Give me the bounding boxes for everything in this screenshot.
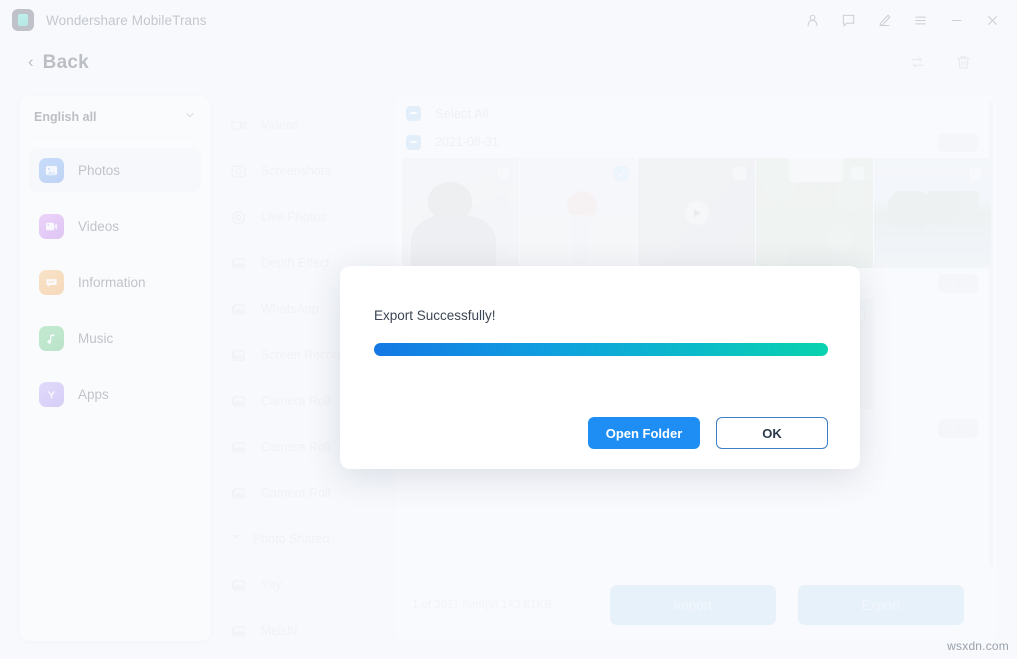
open-folder-button[interactable]: Open Folder	[588, 417, 700, 449]
dialog-actions: Open Folder OK	[588, 417, 828, 449]
watermark: wsxdn.com	[947, 639, 1009, 653]
dialog-title: Export Successfully!	[374, 308, 828, 323]
ok-button[interactable]: OK	[716, 417, 828, 449]
progress-bar	[374, 343, 828, 356]
export-success-dialog: Export Successfully! Open Folder OK	[340, 266, 860, 469]
app-window: Wondershare MobileTrans	[0, 0, 1017, 659]
